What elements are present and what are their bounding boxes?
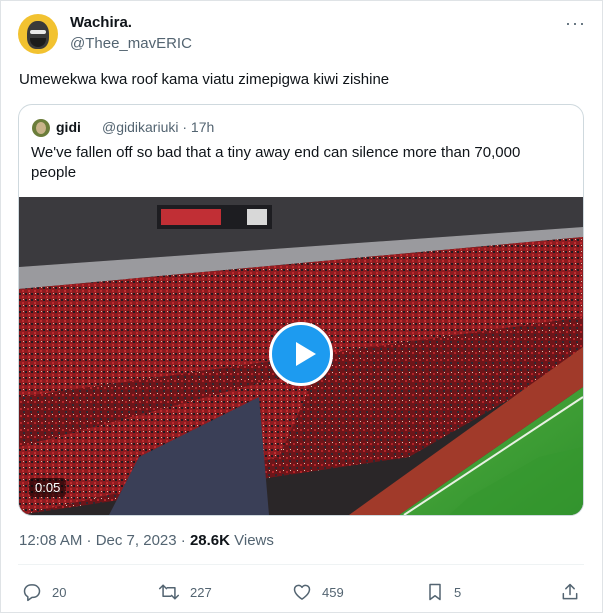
share-button[interactable] (560, 582, 580, 602)
reply-button[interactable]: 20 (22, 582, 66, 602)
share-icon (562, 583, 578, 600)
divider (18, 564, 584, 565)
retweet-icon (158, 584, 180, 600)
heart-icon (293, 584, 311, 600)
views-count: 28.6K (189, 532, 230, 549)
bookmark-button[interactable]: 5 (426, 582, 461, 602)
quoted-tweet[interactable]: gidi @gidikariuki · 17h We've fallen off… (18, 104, 584, 516)
more-options-icon[interactable]: ··· (565, 13, 586, 34)
reply-count: 20 (52, 584, 67, 600)
play-button[interactable] (269, 322, 333, 386)
bookmark-icon (429, 583, 441, 601)
tweet-timestamp[interactable]: 12:08 AM · Dec 7, 2023 · (19, 532, 190, 549)
reply-icon (23, 584, 41, 602)
quoted-author-avatar (32, 119, 50, 137)
like-button[interactable]: 459 (292, 582, 344, 602)
video-duration: 0:05 (29, 478, 67, 497)
retweet-count: 227 (190, 584, 212, 600)
bookmark-count: 5 (454, 584, 462, 600)
quoted-tweet-text: We've fallen off so bad that a tiny away… (31, 144, 521, 181)
author-avatar[interactable] (18, 14, 58, 54)
quoted-author-name: gidi (56, 119, 81, 135)
avatar-sunglasses (30, 30, 46, 34)
like-count: 459 (322, 584, 344, 600)
retweet-button[interactable]: 227 (158, 582, 212, 602)
views-label: Views (229, 532, 274, 549)
tweet-text: Umewekwa kwa roof kama viatu zimepigwa k… (19, 71, 390, 88)
video-player[interactable]: 0:05 (19, 197, 583, 515)
author-handle[interactable]: @Thee_mavERIC (70, 35, 192, 52)
tweet-meta: 12:08 AM · Dec 7, 2023 · 28.6K Views (19, 532, 274, 549)
author-name[interactable]: Wachira. (70, 14, 132, 31)
quoted-author-handle: @gidikariuki · 17h (102, 119, 215, 135)
